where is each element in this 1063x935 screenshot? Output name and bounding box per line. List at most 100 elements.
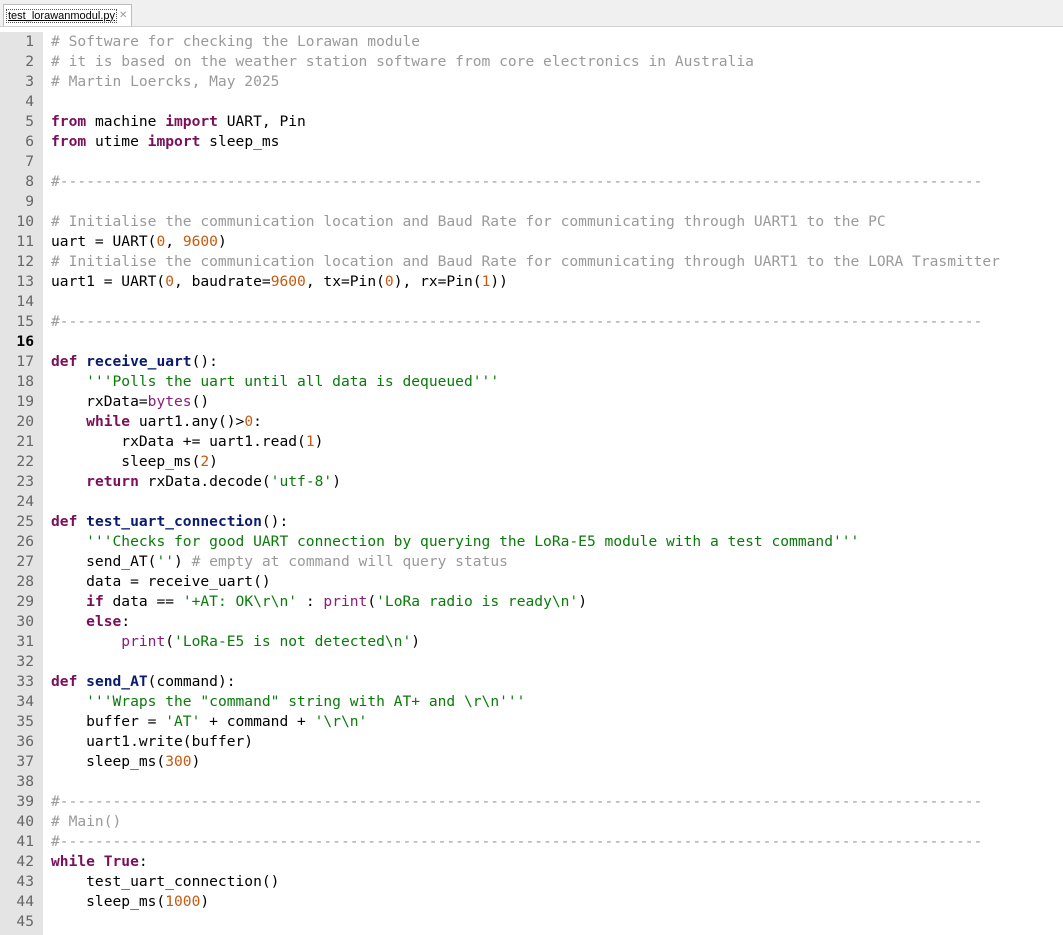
code-text: # Initialise the communication location … (51, 212, 886, 232)
code-line[interactable]: 4 (0, 92, 1063, 112)
code-line[interactable]: 9 (0, 192, 1063, 212)
code-token: print (323, 593, 368, 610)
code-token: # Software for checking the Lorawan modu… (51, 33, 421, 50)
code-line[interactable]: 13 uart1 = UART(0, baudrate=9600, tx=Pin(… (0, 272, 1063, 292)
code-line[interactable]: 22 sleep_ms(2) (0, 452, 1063, 472)
code-token: send_AT (86, 673, 148, 690)
code-text: test_uart_connection() (51, 872, 279, 892)
tab-label[interactable]: test_lorawanmodul.py (5, 8, 118, 23)
code-text: uart1 = UART(0, baudrate=9600, tx=Pin(0)… (51, 272, 508, 292)
code-text: send_AT('') # empty at command will quer… (51, 552, 508, 572)
code-line[interactable]: 19 rxData=bytes() (0, 392, 1063, 412)
code-line[interactable]: 15 #-------------------------------------… (0, 312, 1063, 332)
line-number: 37 (16, 753, 34, 770)
code-token: from (51, 133, 87, 150)
code-token: uart1 = UART( (51, 273, 166, 290)
code-line[interactable]: 27 send_AT('') # empty at command will q… (0, 552, 1063, 572)
code-token: # it is based on the weather station sof… (51, 53, 754, 70)
tab-test-lorawanmodul[interactable]: test_lorawanmodul.py ✕ (3, 4, 133, 26)
code-token: data == (103, 593, 183, 610)
code-token: , baudrate= (174, 273, 271, 290)
code-line[interactable]: 21 rxData += uart1.read(1) (0, 432, 1063, 452)
code-token: # Martin Loercks, May 2025 (51, 73, 280, 90)
code-line[interactable]: 35 buffer = 'AT' + command + '\r\n' (0, 712, 1063, 732)
code-token: data = receive_uart() (51, 573, 271, 590)
code-token: rxData= (51, 393, 148, 410)
code-token: def (51, 513, 78, 530)
code-line[interactable]: 43 test_uart_connection() (0, 872, 1063, 892)
code-token: 2 (200, 453, 210, 470)
code-text: sleep_ms(2) (51, 452, 218, 472)
code-line[interactable]: 7 (0, 152, 1063, 172)
line-number: 44 (16, 893, 34, 910)
code-text: def test_uart_connection(): (51, 512, 288, 532)
code-line[interactable]: 11 uart = UART(0, 9600) (0, 232, 1063, 252)
code-line[interactable]: 28 data = receive_uart() (0, 572, 1063, 592)
code-line[interactable]: 1 # Software for checking the Lorawan mod… (0, 32, 1063, 52)
code-line[interactable]: 40 # Main() (0, 812, 1063, 832)
line-number: 35 (16, 713, 34, 730)
code-line[interactable]: 30 else: (0, 612, 1063, 632)
code-text: data = receive_uart() (51, 572, 271, 592)
tab-bar: test_lorawanmodul.py ✕ (0, 0, 1063, 27)
code-token: ) (200, 893, 210, 910)
code-line[interactable]: 18 '''Polls the uart until all data is d… (0, 372, 1063, 392)
code-line[interactable]: 32 (0, 652, 1063, 672)
line-number: 2 (25, 53, 34, 70)
code-line[interactable]: 41 #-------------------------------------… (0, 832, 1063, 852)
code-line[interactable]: 20 while uart1.any()>0: (0, 412, 1063, 432)
code-token: import (147, 133, 201, 150)
code-token: send_AT( (51, 553, 157, 570)
code-line[interactable]: 26 '''Checks for good UART connection by… (0, 532, 1063, 552)
code-line[interactable]: 34 '''Wraps the "command" string with AT… (0, 692, 1063, 712)
line-number: 32 (16, 653, 34, 670)
code-token: test_uart_connection() (51, 873, 280, 890)
code-token: uart1.any()> (130, 413, 245, 430)
code-line[interactable]: 6 from utime import sleep_ms (0, 132, 1063, 152)
code-line[interactable]: 38 (0, 772, 1063, 792)
code-line[interactable]: 17 def receive_uart(): (0, 352, 1063, 372)
code-line[interactable]: 42 while True: (0, 852, 1063, 872)
code-line[interactable]: 44 sleep_ms(1000) (0, 892, 1063, 912)
code-text: # Software for checking the Lorawan modu… (51, 32, 420, 52)
code-text: from utime import sleep_ms (51, 132, 279, 152)
code-line[interactable]: 23 return rxData.decode('utf-8') (0, 472, 1063, 492)
code-line[interactable]: 31 print('LoRa-E5 is not detected\n') (0, 632, 1063, 652)
code-line[interactable]: 37 sleep_ms(300) (0, 752, 1063, 772)
line-number: 7 (25, 153, 34, 170)
code-text: #---------------------------------------… (51, 832, 982, 852)
code-line[interactable]: 36 uart1.write(buffer) (0, 732, 1063, 752)
code-line[interactable]: 2 # it is based on the weather station so… (0, 52, 1063, 72)
code-line[interactable]: 25 def test_uart_connection(): (0, 512, 1063, 532)
code-line[interactable]: 16 (0, 332, 1063, 352)
code-line[interactable]: 33 def send_AT(command): (0, 672, 1063, 692)
code-token: rxData.decode( (138, 473, 271, 490)
code-token: ) (174, 553, 192, 570)
close-icon[interactable]: ✕ (119, 10, 127, 21)
code-token: '\r\n' (314, 713, 368, 730)
code-line[interactable]: 29 if data == '+AT: OK\r\n' : print('LoR… (0, 592, 1063, 612)
code-line[interactable]: 39 #-------------------------------------… (0, 792, 1063, 812)
line-number: 19 (16, 393, 34, 410)
code-editor[interactable]: 1 # Software for checking the Lorawan mod… (0, 32, 1063, 935)
code-token: ) (578, 593, 588, 610)
code-token: (): (261, 513, 289, 530)
line-number: 42 (16, 853, 34, 870)
code-line[interactable]: 8 #--------------------------------------… (0, 172, 1063, 192)
code-line[interactable]: 45 (0, 912, 1063, 932)
code-line[interactable]: 3 # Martin Loercks, May 2025 (0, 72, 1063, 92)
code-text: rxData=bytes() (51, 392, 209, 412)
code-token: print (121, 633, 166, 650)
code-line[interactable]: 12 # Initialise the communication locatio… (0, 252, 1063, 272)
code-line[interactable]: 10 # Initialise the communication locatio… (0, 212, 1063, 232)
code-line[interactable]: 5 from machine import UART, Pin (0, 112, 1063, 132)
line-number: 31 (16, 633, 34, 650)
code-token: ( (165, 633, 175, 650)
code-line[interactable]: 24 (0, 492, 1063, 512)
code-token: #---------------------------------------… (51, 173, 983, 190)
code-line[interactable]: 14 (0, 292, 1063, 312)
